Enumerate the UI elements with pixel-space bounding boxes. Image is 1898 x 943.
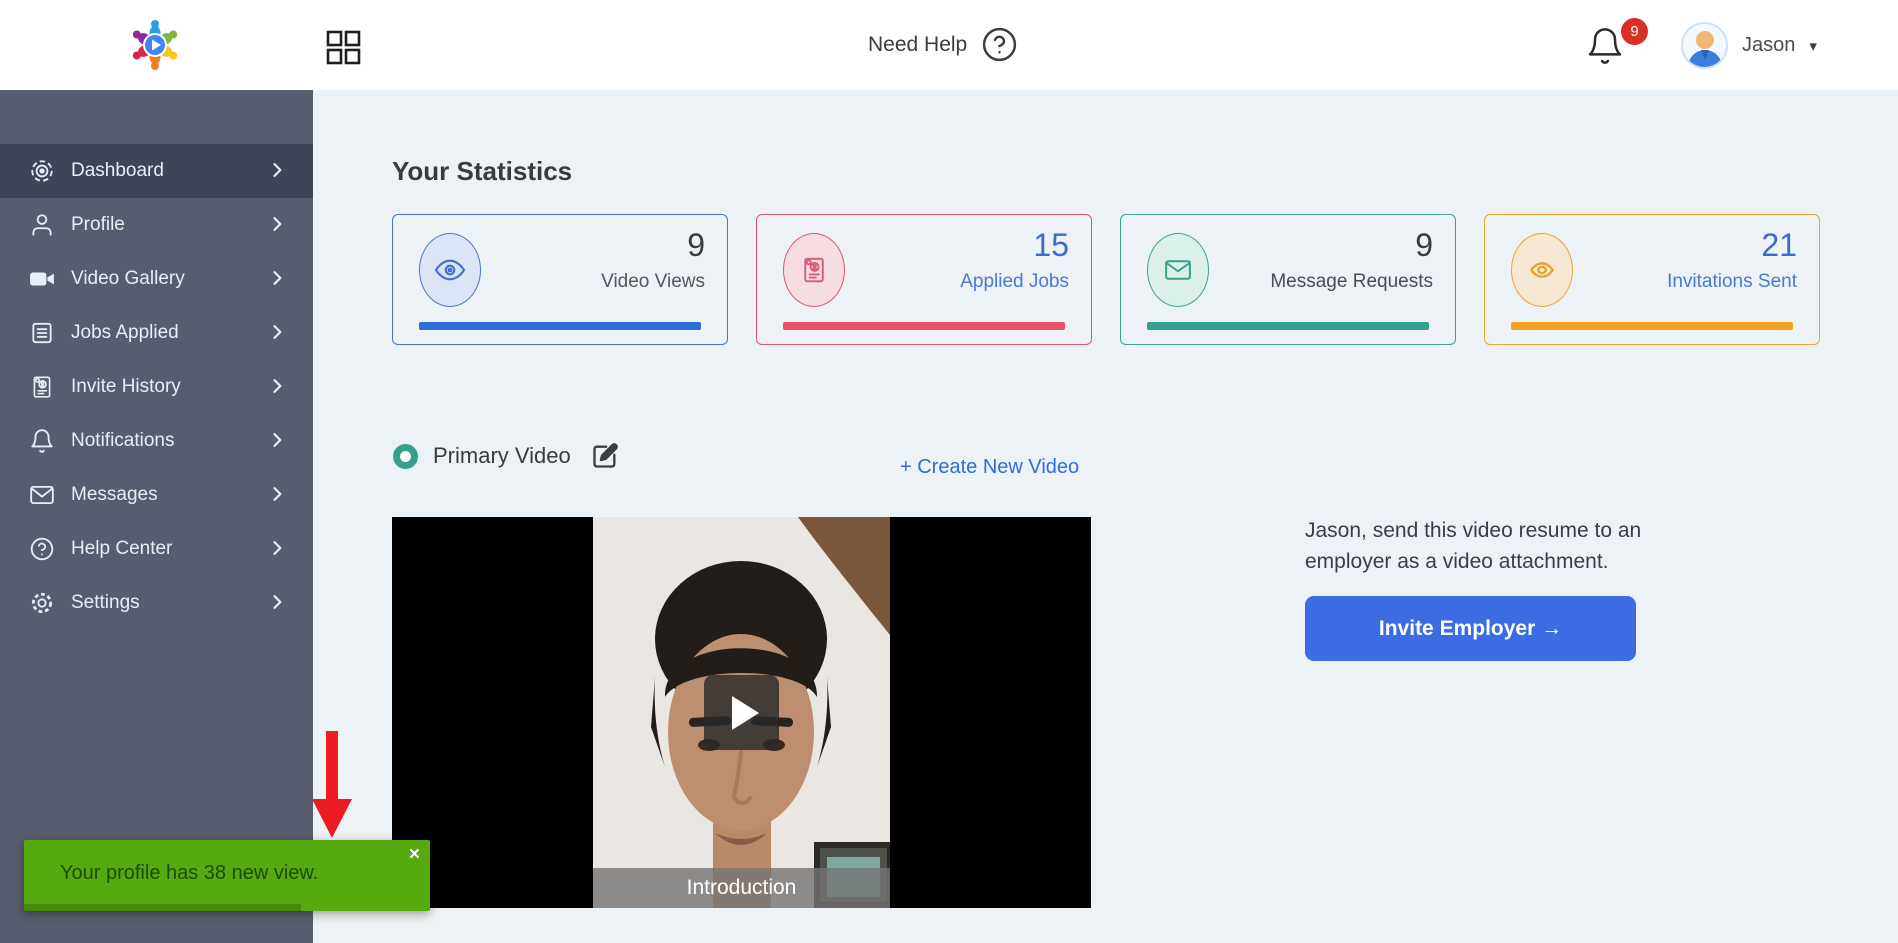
chevron-right-icon (267, 268, 287, 288)
play-icon (732, 696, 759, 730)
stat-value: 9 (687, 227, 705, 264)
sidebar-item-dashboard[interactable]: Dashboard (0, 144, 313, 198)
stat-card-message-requests[interactable]: 9 Message Requests (1120, 214, 1456, 345)
chevron-right-icon (267, 376, 287, 396)
stat-underline (1147, 322, 1429, 330)
applicant-doc-icon (783, 233, 845, 307)
jobs-applied-icon (28, 320, 55, 347)
bell-icon (28, 428, 55, 455)
stat-label: Video Views (601, 271, 705, 293)
sidebar-item-profile[interactable]: Profile (0, 198, 313, 252)
video-player[interactable]: Introduction (392, 517, 1091, 908)
chevron-right-icon (267, 322, 287, 342)
video-caption: Introduction (593, 868, 890, 908)
chevron-right-icon (267, 484, 287, 504)
need-help-label: Need Help (868, 33, 967, 57)
edit-icon[interactable] (591, 442, 619, 470)
chevron-right-icon (267, 592, 287, 612)
stat-label: Invitations Sent (1667, 271, 1797, 293)
user-menu[interactable]: Jason ▾ (1681, 22, 1817, 69)
profile-icon (28, 212, 55, 239)
sidebar-item-video-gallery[interactable]: Video Gallery (0, 252, 313, 306)
sidebar-item-messages[interactable]: Messages (0, 468, 313, 522)
sidebar-item-help-center[interactable]: Help Center (0, 522, 313, 576)
invite-employer-button[interactable]: Invite Employer → (1305, 596, 1636, 661)
sidebar: Dashboard Profile Video Ga (0, 90, 313, 943)
toast-progress-bar (24, 904, 301, 911)
sidebar-item-invite-history[interactable]: Invite History (0, 360, 313, 414)
sidebar-item-settings[interactable]: Settings (0, 576, 313, 630)
stat-underline (1511, 322, 1793, 330)
toast-message: Your profile has 38 new view. (60, 862, 318, 885)
notifications-bell[interactable]: 9 (1585, 24, 1645, 74)
app-logo[interactable] (127, 17, 183, 73)
apps-grid-icon[interactable] (325, 29, 362, 66)
chevron-right-icon (267, 160, 287, 180)
create-new-video-link[interactable]: + Create New Video (900, 456, 1079, 479)
eye-icon (1511, 233, 1573, 307)
help-question-icon (981, 26, 1018, 63)
top-header: Need Help 9 Jason ▾ (0, 0, 1898, 90)
invite-message: Jason, send this video resume to an empl… (1305, 515, 1657, 577)
need-help[interactable]: Need Help (868, 26, 1018, 63)
stat-label: Message Requests (1270, 271, 1433, 293)
toast-notification: Your profile has 38 new view. × (24, 840, 430, 911)
stat-card-invitations-sent[interactable]: 21 Invitations Sent (1484, 214, 1820, 345)
chevron-down-icon: ▾ (1809, 37, 1817, 55)
stat-card-video-views[interactable]: 9 Video Views (392, 214, 728, 345)
primary-video-label: Primary Video (433, 443, 571, 469)
invite-history-icon (28, 374, 55, 401)
gear-icon (28, 590, 55, 617)
primary-video-radio[interactable] (393, 444, 418, 469)
stat-underline (419, 322, 701, 330)
red-arrow-annotation (310, 731, 354, 844)
user-avatar (1681, 22, 1728, 69)
chevron-right-icon (267, 214, 287, 234)
notification-badge: 9 (1621, 18, 1648, 45)
eye-icon (419, 233, 481, 307)
stat-underline (783, 322, 1065, 330)
envelope-icon (1147, 233, 1209, 307)
sidebar-item-notifications[interactable]: Notifications (0, 414, 313, 468)
stat-card-applied-jobs[interactable]: 15 Applied Jobs (756, 214, 1092, 345)
envelope-icon (28, 482, 55, 509)
user-name: Jason (1742, 34, 1795, 57)
help-icon (28, 536, 55, 563)
stat-cards-row: 9 Video Views 15 Applied Jobs 9 Message … (392, 214, 1820, 345)
page-title: Your Statistics (392, 156, 572, 187)
chevron-right-icon (267, 430, 287, 450)
dashboard-icon (28, 158, 55, 185)
play-button[interactable] (704, 675, 779, 750)
stat-value: 21 (1761, 227, 1797, 264)
chevron-right-icon (267, 538, 287, 558)
video-camera-icon (28, 266, 55, 293)
primary-video-row: Primary Video (393, 442, 619, 470)
sidebar-nav: Dashboard Profile Video Ga (0, 144, 313, 630)
app-root: Need Help 9 Jason ▾ (0, 0, 1898, 943)
close-icon[interactable]: × (409, 844, 420, 866)
stat-value: 15 (1033, 227, 1069, 264)
sidebar-item-jobs-applied[interactable]: Jobs Applied (0, 306, 313, 360)
stat-label: Applied Jobs (960, 271, 1069, 293)
stat-value: 9 (1415, 227, 1433, 264)
